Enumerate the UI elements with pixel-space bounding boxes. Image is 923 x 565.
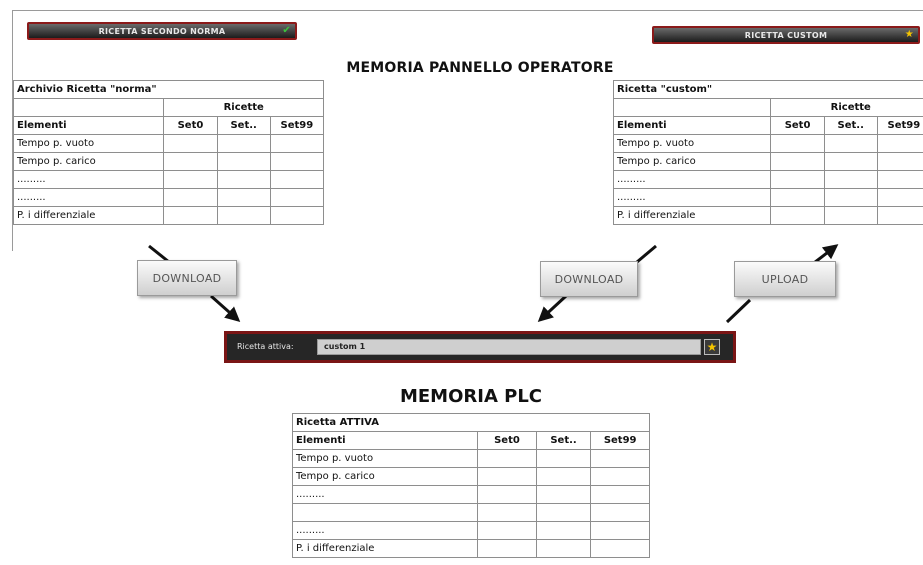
plc-table-caption: Ricetta ATTIVA (292, 413, 650, 432)
arrow-custom-to-download (636, 244, 657, 264)
arrow-download-to-active-right (537, 294, 568, 323)
plc-recipe-table: Ricetta ATTIVA Elementi Set0 Set.. Set99… (291, 413, 650, 558)
plc-memory-title: MEMORIA PLC (399, 386, 543, 407)
arrow-download-to-active (210, 294, 241, 322)
plc-row-label: ......... (291, 521, 479, 540)
active-recipe-label: Ricetta attiva: (237, 342, 294, 351)
table-row: P. i differenziale (291, 539, 650, 558)
plc-row-label (291, 503, 479, 522)
download-left-button[interactable]: DOWNLOAD (137, 260, 237, 296)
plc-col-setx: Set.. (535, 431, 592, 450)
active-recipe-panel: Ricetta attiva: custom 1 ★ (224, 331, 736, 363)
upload-button[interactable]: UPLOAD (734, 261, 836, 297)
table-row (291, 503, 650, 522)
arrow-active-to-upload (725, 298, 752, 324)
plc-col-set99: Set99 (590, 431, 650, 450)
table-row: ......... (291, 521, 650, 540)
table-row: ......... (291, 485, 650, 504)
plc-row-label: Tempo p. carico (291, 467, 479, 486)
plc-col-set0: Set0 (477, 431, 537, 450)
active-recipe-field[interactable]: custom 1 (317, 339, 701, 355)
table-row: Tempo p. vuoto (291, 449, 650, 468)
plc-row-label: ......... (291, 485, 479, 504)
star-icon[interactable]: ★ (704, 339, 720, 355)
download-right-button[interactable]: DOWNLOAD (540, 261, 638, 297)
plc-row-label: P. i differenziale (291, 539, 479, 558)
table-row: Tempo p. carico (291, 467, 650, 486)
plc-col-elementi: Elementi (291, 431, 479, 450)
plc-row-label: Tempo p. vuoto (291, 449, 479, 468)
